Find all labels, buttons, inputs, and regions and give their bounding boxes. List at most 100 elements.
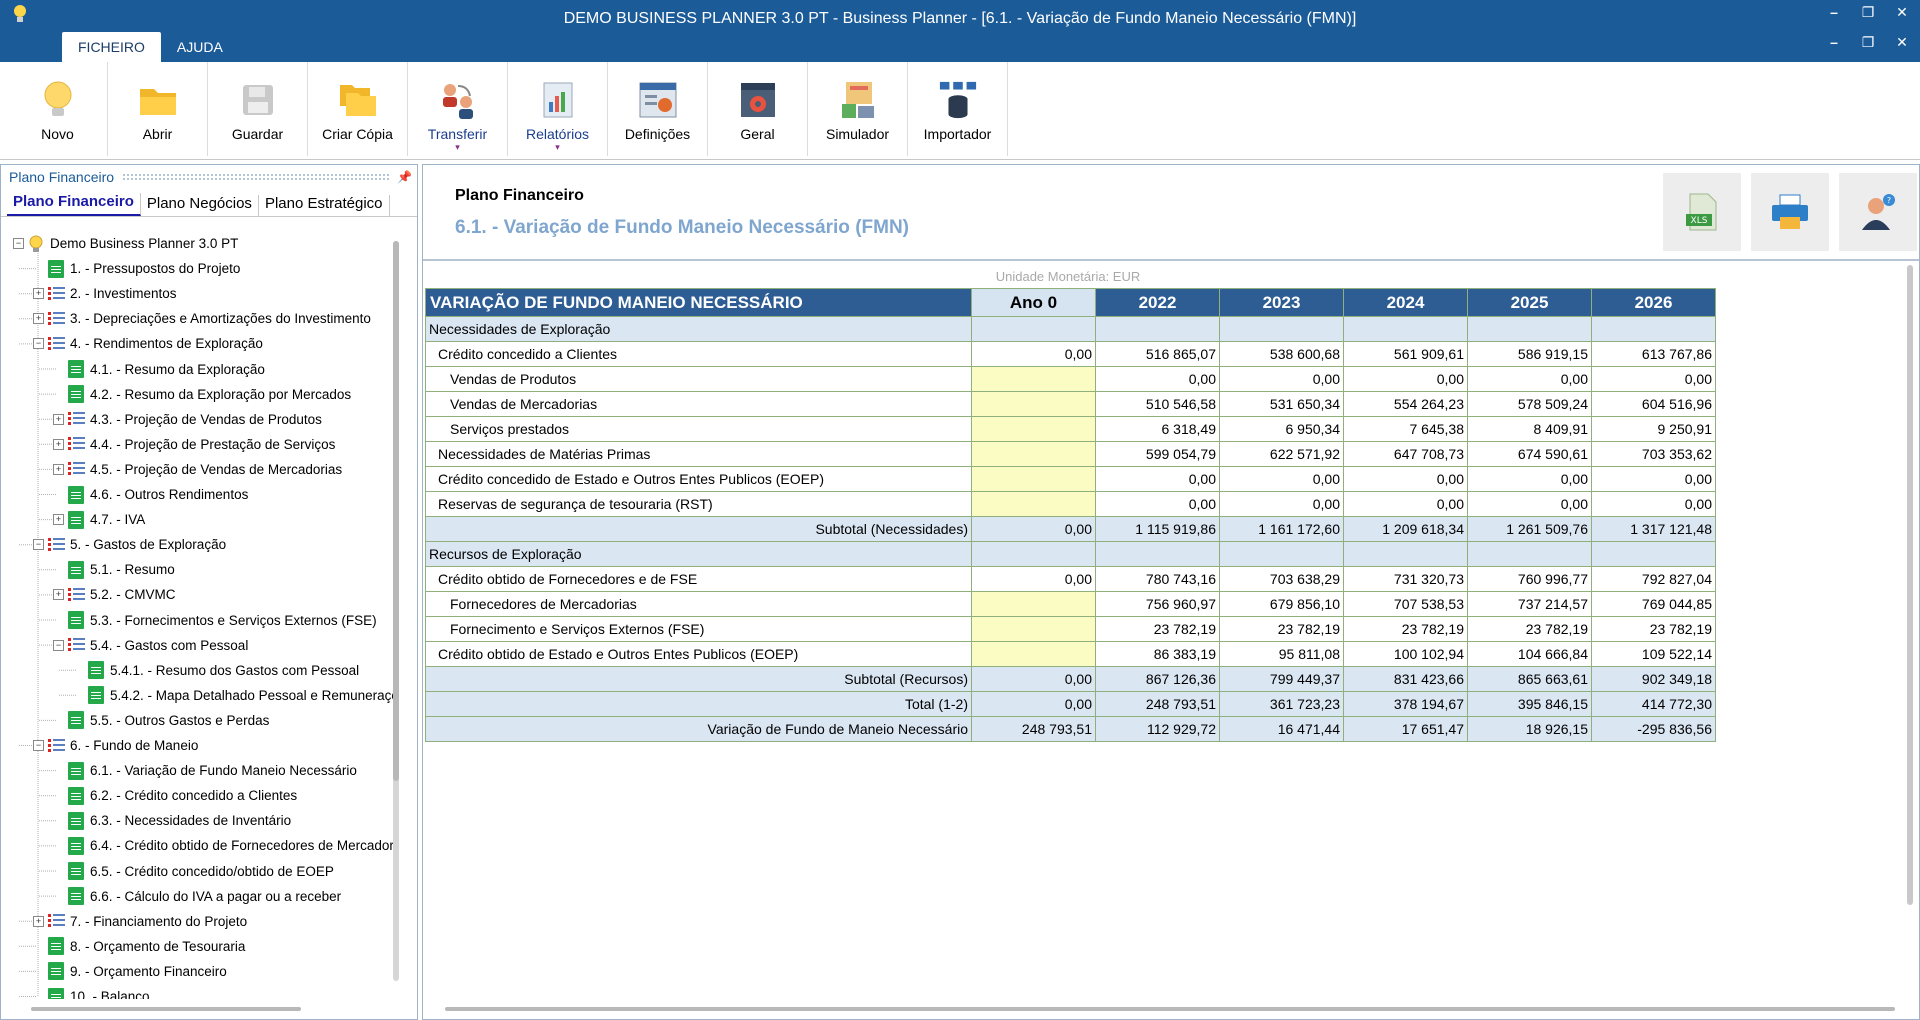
- value-cell[interactable]: 0,00: [1343, 491, 1468, 517]
- value-cell[interactable]: [1343, 541, 1468, 567]
- value-cell[interactable]: 703 353,62: [1591, 441, 1716, 467]
- tree-item[interactable]: +3. - Depreciações e Amortizações do Inv…: [33, 306, 371, 331]
- value-cell[interactable]: 865 663,61: [1467, 666, 1592, 692]
- tree-item[interactable]: 6.5. - Crédito concedido/obtido de EOEP: [53, 859, 334, 884]
- value-cell[interactable]: 23 782,19: [1219, 616, 1344, 642]
- tree-item[interactable]: +4.4. - Projeção de Prestação de Serviço…: [53, 432, 335, 457]
- tree-item[interactable]: 5.4.1. - Resumo dos Gastos com Pessoal: [73, 658, 359, 683]
- print-button[interactable]: [1751, 173, 1829, 251]
- minimize-button[interactable]: –: [1826, 4, 1842, 21]
- value-cell[interactable]: 613 767,86: [1591, 341, 1716, 367]
- value-cell[interactable]: 599 054,79: [1095, 441, 1220, 467]
- abrir-button[interactable]: Abrir: [108, 62, 208, 156]
- value-cell[interactable]: 0,00: [1467, 466, 1592, 492]
- tree-item[interactable]: +4.3. - Projeção de Vendas de Produtos: [53, 407, 322, 432]
- value-cell[interactable]: 707 538,53: [1343, 591, 1468, 617]
- value-cell[interactable]: 248 793,51: [971, 716, 1096, 742]
- tree-item[interactable]: 10. - Balanco: [33, 984, 150, 999]
- definicoes-button[interactable]: Definições: [608, 62, 708, 156]
- value-cell[interactable]: 674 590,61: [1467, 441, 1592, 467]
- value-cell[interactable]: 248 793,51: [1095, 691, 1220, 717]
- transferir-button[interactable]: Transferir ▾: [408, 62, 508, 156]
- value-cell[interactable]: 703 638,29: [1219, 566, 1344, 592]
- expand-icon[interactable]: +: [33, 288, 44, 300]
- expand-icon[interactable]: +: [33, 915, 44, 927]
- value-cell[interactable]: 0,00: [1095, 466, 1220, 492]
- value-cell[interactable]: 647 708,73: [1343, 441, 1468, 467]
- tree-item[interactable]: 5.5. - Outros Gastos e Perdas: [53, 708, 269, 733]
- value-cell[interactable]: 1 161 172,60: [1219, 516, 1344, 542]
- value-cell[interactable]: 0,00: [1219, 466, 1344, 492]
- tree-item[interactable]: 8. - Orçamento de Tesouraria: [33, 934, 245, 959]
- value-cell[interactable]: [971, 416, 1096, 442]
- value-cell[interactable]: 792 827,04: [1591, 566, 1716, 592]
- value-cell[interactable]: 780 743,16: [1095, 566, 1220, 592]
- value-cell[interactable]: 0,00: [971, 341, 1096, 367]
- tab-plano-estrategico[interactable]: Plano Estratégico: [259, 195, 390, 216]
- value-cell[interactable]: 18 926,15: [1467, 716, 1592, 742]
- value-cell[interactable]: 0,00: [971, 516, 1096, 542]
- doc-restore-button[interactable]: ❐: [1860, 34, 1876, 51]
- value-cell[interactable]: 0,00: [1343, 466, 1468, 492]
- expand-icon[interactable]: +: [53, 463, 64, 475]
- value-cell[interactable]: 0,00: [971, 691, 1096, 717]
- value-cell[interactable]: 561 909,61: [1343, 341, 1468, 367]
- value-cell[interactable]: 760 996,77: [1467, 566, 1592, 592]
- value-cell[interactable]: 902 349,18: [1591, 666, 1716, 692]
- tree-item[interactable]: +7. - Financiamento do Projeto: [33, 909, 247, 934]
- tree-item[interactable]: +4.7. - IVA: [53, 507, 145, 532]
- collapse-icon[interactable]: −: [13, 238, 24, 249]
- value-cell[interactable]: 6 950,34: [1219, 416, 1344, 442]
- value-cell[interactable]: 531 650,34: [1219, 391, 1344, 417]
- value-cell[interactable]: 622 571,92: [1219, 441, 1344, 467]
- value-cell[interactable]: 769 044,85: [1591, 591, 1716, 617]
- value-cell[interactable]: [971, 441, 1096, 467]
- value-cell[interactable]: 1 317 121,48: [1591, 516, 1716, 542]
- transferir-dropdown-icon[interactable]: ▾: [455, 142, 460, 152]
- simulador-button[interactable]: Simulador: [808, 62, 908, 156]
- value-cell[interactable]: 23 782,19: [1467, 616, 1592, 642]
- relatorios-button[interactable]: Relatórios ▾: [508, 62, 608, 156]
- tree-horizontal-scrollbar[interactable]: [31, 1007, 301, 1011]
- value-cell[interactable]: 867 126,36: [1095, 666, 1220, 692]
- value-cell[interactable]: [971, 466, 1096, 492]
- value-cell[interactable]: 0,00: [1591, 366, 1716, 392]
- value-cell[interactable]: 17 651,47: [1343, 716, 1468, 742]
- report-vertical-scrollbar[interactable]: [1907, 265, 1913, 905]
- collapse-icon[interactable]: −: [53, 639, 64, 651]
- tree-item[interactable]: − 5.4. - Gastos com Pessoal: [53, 633, 248, 658]
- value-cell[interactable]: 731 320,73: [1343, 566, 1468, 592]
- value-cell[interactable]: 0,00: [1219, 491, 1344, 517]
- value-cell[interactable]: [1219, 316, 1344, 342]
- value-cell[interactable]: 756 960,97: [1095, 591, 1220, 617]
- value-cell[interactable]: 679 856,10: [1219, 591, 1344, 617]
- restore-button[interactable]: ❐: [1860, 4, 1876, 21]
- value-cell[interactable]: [971, 541, 1096, 567]
- tree-item[interactable]: 1. - Pressupostos do Projeto: [33, 256, 240, 281]
- value-cell[interactable]: 578 509,24: [1467, 391, 1592, 417]
- novo-button[interactable]: Novo: [8, 62, 108, 156]
- expand-icon[interactable]: +: [53, 514, 64, 526]
- menu-tab-ficheiro[interactable]: FICHEIRO: [62, 32, 161, 62]
- tree-item[interactable]: 9. - Orçamento Financeiro: [33, 959, 227, 984]
- panel-grip[interactable]: [122, 173, 389, 181]
- tree-item[interactable]: 5.3. - Fornecimentos e Serviços Externos…: [53, 608, 377, 633]
- value-cell[interactable]: 395 846,15: [1467, 691, 1592, 717]
- value-cell[interactable]: 7 645,38: [1343, 416, 1468, 442]
- value-cell[interactable]: [1467, 541, 1592, 567]
- value-cell[interactable]: 112 929,72: [1095, 716, 1220, 742]
- value-cell[interactable]: 23 782,19: [1591, 616, 1716, 642]
- value-cell[interactable]: 0,00: [971, 566, 1096, 592]
- pin-icon[interactable]: 📌: [397, 170, 417, 184]
- value-cell[interactable]: [1591, 316, 1716, 342]
- value-cell[interactable]: [971, 491, 1096, 517]
- value-cell[interactable]: 1 261 509,76: [1467, 516, 1592, 542]
- tab-plano-negocios[interactable]: Plano Negócios: [141, 195, 259, 216]
- value-cell[interactable]: 0,00: [1095, 366, 1220, 392]
- tree-item[interactable]: − 5. - Gastos de Exploração: [33, 532, 226, 557]
- doc-close-button[interactable]: ✕: [1894, 34, 1910, 51]
- tree-item[interactable]: 6.3. - Necessidades de Inventário: [53, 808, 291, 833]
- value-cell[interactable]: 538 600,68: [1219, 341, 1344, 367]
- expand-icon[interactable]: +: [53, 438, 64, 450]
- geral-button[interactable]: Geral: [708, 62, 808, 156]
